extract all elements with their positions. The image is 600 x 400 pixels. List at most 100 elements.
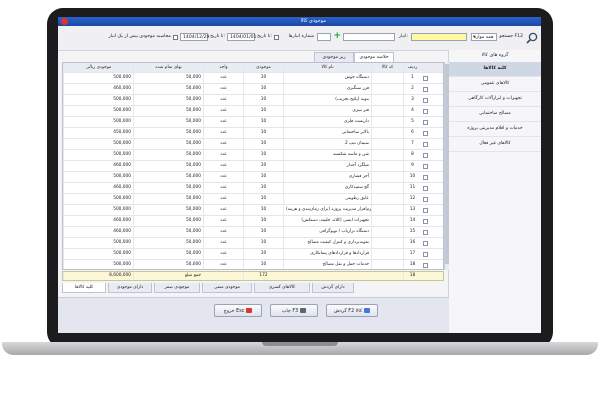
- row-checkbox[interactable]: [423, 87, 428, 92]
- tab-has-turnover[interactable]: دارای گردش: [312, 283, 354, 293]
- col-stock[interactable]: موجودی: [243, 63, 283, 72]
- table-row[interactable]: 500,000 50,000 عدد 10 آجر فشاری 10: [63, 172, 443, 183]
- sidebar-item-inactive[interactable]: کالاهای غیر فعال: [449, 137, 541, 152]
- sidebar-item-materials[interactable]: مصالح ساختمانی: [449, 107, 541, 122]
- warehouse-number-label: شماره انبارها: [288, 34, 314, 39]
- cell-code: [371, 172, 403, 182]
- warehouse-number-input[interactable]: [317, 33, 331, 41]
- cell-row: 1: [403, 73, 421, 83]
- cell-name: فنر تیبری: [283, 106, 371, 116]
- sidebar-item-services[interactable]: خدمات و اقلام مدیریتی پروژه: [449, 122, 541, 137]
- row-checkbox[interactable]: [423, 120, 428, 125]
- cell-price: 50,000: [133, 139, 203, 149]
- cell-stock: 10: [243, 84, 283, 94]
- tab-detail[interactable]: ریز موجودی: [314, 52, 354, 62]
- from-date-input[interactable]: 1404/12/29: [180, 33, 209, 41]
- exit-button[interactable]: خروج Esc: [214, 304, 262, 317]
- row-checkbox[interactable]: [423, 230, 428, 235]
- table-row[interactable]: 500,000 50,000 عدد 10 شن و ماسه شکسته 8: [63, 150, 443, 161]
- row-checkbox[interactable]: [423, 208, 428, 213]
- table-row[interactable]: 500,000 50,000 عدد 10 فنر تیبری 4: [63, 106, 443, 117]
- row-checkbox[interactable]: [423, 186, 428, 191]
- cell-name: بالابر ساختمانی: [283, 128, 371, 138]
- tab-summary[interactable]: خلاصه موجودی: [354, 52, 394, 62]
- cell-price: 50,000: [133, 249, 203, 259]
- col-unit[interactable]: واحد: [203, 63, 243, 72]
- cell-name: سیمان تیپ 2: [283, 139, 371, 149]
- cell-row: 9: [403, 161, 421, 171]
- table-row[interactable]: 460,000 50,000 عدد 10 تجهیزات ایمنی (کلاه، ج…: [63, 216, 443, 227]
- laptop-notch: [262, 342, 338, 346]
- sidebar-item-all[interactable]: کلیه کالاها: [449, 62, 541, 77]
- tab-in-stock[interactable]: دارای موجودی: [108, 283, 152, 293]
- col-row[interactable]: ردیف: [403, 63, 421, 72]
- row-checkbox[interactable]: [423, 98, 428, 103]
- cell-unit: عدد: [203, 260, 243, 269]
- row-checkbox[interactable]: [423, 164, 428, 169]
- table-row[interactable]: 500,000 50,000 عدد 10 عایق رطوبتی 12: [63, 194, 443, 205]
- cell-price: 50,000: [133, 117, 203, 127]
- cell-code: [371, 260, 403, 269]
- scroll-thumb[interactable]: [445, 64, 449, 264]
- row-checkbox[interactable]: [423, 197, 428, 202]
- warehouse-input[interactable]: [343, 33, 395, 41]
- tab-shortage[interactable]: کالاهای کسری: [254, 283, 310, 293]
- vertical-scrollbar[interactable]: [444, 62, 449, 270]
- col-value[interactable]: موجودی ریالی: [63, 63, 133, 72]
- table-row[interactable]: 500,000 50,000 عدد 10 سیمان تیپ 2 7: [63, 139, 443, 150]
- search-input[interactable]: [411, 33, 467, 41]
- cell-row: 16: [403, 238, 421, 248]
- table-row[interactable]: 450,000 50,000 عدد 10 بالابر ساختمانی 6: [63, 128, 443, 139]
- col-name[interactable]: نام کالا: [283, 63, 371, 72]
- row-checkbox[interactable]: [423, 175, 428, 180]
- row-checkbox[interactable]: [423, 142, 428, 147]
- cell-unit: عدد: [203, 95, 243, 105]
- table-row[interactable]: 500,000 50,000 عدد 10 داربست فلزی 5: [63, 117, 443, 128]
- search-icon[interactable]: [526, 32, 538, 44]
- table-row[interactable]: 460,000 50,000 عدد 10 دستگاه ترازیاب / توپوگ…: [63, 227, 443, 238]
- to-date-input[interactable]: 1404/01/01: [227, 33, 256, 41]
- cell-value: 500,000: [63, 117, 133, 127]
- add-icon[interactable]: +: [333, 32, 341, 41]
- row-checkbox[interactable]: [423, 263, 428, 268]
- tab-negative[interactable]: موجودی منفی: [202, 283, 252, 293]
- cell-stock: 10: [243, 227, 283, 237]
- table-row[interactable]: 500,000 50,000 عدد 10 بتونه (پکیج تخریب) 3: [63, 95, 443, 106]
- col-code[interactable]: کد کالا: [371, 63, 403, 72]
- cell-price: 50,000: [133, 183, 203, 193]
- row-checkbox[interactable]: [423, 153, 428, 158]
- sidebar-item-tools[interactable]: تجهیزات و ابزارآلات کارگاهی: [449, 92, 541, 107]
- table-row[interactable]: 460,000 50,000 عدد 10 گچ سفیدکاری 11: [63, 183, 443, 194]
- summary-total-value: 8,600,000: [63, 272, 133, 280]
- row-checkbox[interactable]: [423, 76, 428, 81]
- col-price[interactable]: بهای تمام شده: [133, 63, 203, 72]
- cell-value: 500,000: [63, 238, 133, 248]
- row-checkbox[interactable]: [423, 241, 428, 246]
- multi-warehouse-checkbox[interactable]: [173, 35, 178, 40]
- row-checkbox[interactable]: [423, 252, 428, 257]
- tab-zero[interactable]: موجودی صفر: [154, 283, 200, 293]
- cell-unit: عدد: [203, 227, 243, 237]
- cell-stock: 10: [243, 260, 283, 269]
- close-icon[interactable]: [61, 18, 68, 25]
- to-date-checkbox[interactable]: [274, 35, 279, 40]
- cell-name: میلگرد آجدار: [283, 161, 371, 171]
- row-checkbox[interactable]: [423, 219, 428, 224]
- cell-stock: 10: [243, 117, 283, 127]
- cell-value: 500,000: [63, 172, 133, 182]
- group-select[interactable]: همه موارد ▾: [471, 33, 497, 41]
- table-row[interactable]: 460,000 50,000 عدد 10 میلگرد آجدار 9: [63, 161, 443, 172]
- turnover-button[interactable]: گردش F2 کالا: [326, 304, 378, 317]
- table-row[interactable]: 500,000 50,000 عدد 10 نمونه‌برداری و کنترل ک…: [63, 238, 443, 249]
- table-row[interactable]: 500,000 50,000 عدد 10 نرم‌افزار مدیریت پروژه…: [63, 205, 443, 216]
- sidebar-item-general[interactable]: کالاهای عمومی: [449, 77, 541, 92]
- table-row[interactable]: 460,000 50,000 عدد 10 فرز سنگبری 2: [63, 84, 443, 95]
- cell-unit: عدد: [203, 73, 243, 83]
- table-row[interactable]: 500,000 50,000 عدد 10 قراردادها و قراردادهای…: [63, 249, 443, 260]
- table-row[interactable]: 500,000 50,000 عدد 10 خدمات حمل و نقل مصالح 1…: [63, 260, 443, 269]
- tab-all-items[interactable]: کلیه کالاها: [62, 283, 106, 293]
- row-checkbox[interactable]: [423, 131, 428, 136]
- table-row[interactable]: 500,000 50,000 عدد 10 دستگاه جوش 1: [63, 73, 443, 84]
- row-checkbox[interactable]: [423, 109, 428, 114]
- print-button[interactable]: چاپ F3: [270, 304, 318, 317]
